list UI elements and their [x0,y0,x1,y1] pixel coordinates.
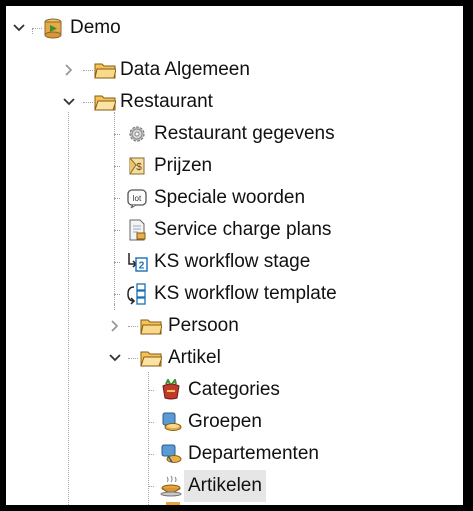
dish-icon [160,475,182,497]
price-tag-icon: $ [126,155,148,177]
tree-item-label: KS workflow template [154,283,337,304]
tree-item-label: Speciale woorden [154,187,306,208]
chevron-right-icon[interactable] [106,310,124,342]
tree-item-persoon[interactable]: Persoon [6,310,456,342]
tree-item-label: Service charge plans [154,219,332,240]
lot-icon: lot [126,187,148,209]
chevron-down-icon[interactable] [10,12,28,44]
tree-item-speciale-woorden[interactable]: lot Speciale woorden [6,182,456,214]
tree-item-label: Artikelen [184,470,266,502]
groups-icon [160,411,182,433]
folder-open-icon [140,347,162,369]
departments-icon [160,443,182,465]
folder-icon [94,59,116,81]
tree-item-restaurant[interactable]: Restaurant [6,86,456,118]
tree-item-groepen[interactable]: Groepen [6,406,456,438]
chevron-right-icon[interactable] [60,54,78,86]
svg-text:lot: lot [133,194,142,203]
folder-icon [140,315,162,337]
tree-item-label: Departementen [188,443,319,464]
tree-item-label: Artikel [168,347,221,368]
tree-item-label: Persoon [168,315,239,336]
tree-panel: Demo Data Algemeen Restaurant Restaurant… [6,6,463,505]
tree-item-demo[interactable]: Demo [6,12,456,44]
partial-icon [166,502,180,505]
tree-item-categories[interactable]: Categories [6,374,456,406]
tree-item-restaurant-gegevens[interactable]: Restaurant gegevens [6,118,456,150]
tree-item-label: KS workflow stage [154,251,311,272]
svg-text:2: 2 [139,261,145,272]
tree-item-label: Restaurant gegevens [154,123,335,144]
folder-open-icon [94,91,116,113]
document-icon [126,219,148,241]
categories-icon [160,379,182,401]
workflow-stage-icon: 2 [126,251,148,273]
tree-item-prijzen[interactable]: $ Prijzen [6,150,456,182]
tree-item-label: Prijzen [154,155,213,176]
tree-item-ks-workflow-stage[interactable]: 2 KS workflow stage [6,246,456,278]
tree-item-label: Groepen [188,411,262,432]
tree-item-label: Categories [188,379,280,400]
tree-item-label: Data Algemeen [120,59,250,80]
tree-item-artikel[interactable]: Artikel [6,342,456,374]
tree-item-service-charge-plans[interactable]: Service charge plans [6,214,456,246]
chevron-down-icon[interactable] [60,86,78,118]
tree-item-label: Restaurant [120,91,213,112]
tree-item-label: Demo [70,17,121,38]
tree-item-data-algemeen[interactable]: Data Algemeen [6,54,456,86]
chevron-down-icon[interactable] [106,342,124,374]
workflow-template-icon [126,283,148,305]
tree-item-artikelen[interactable]: Artikelen [6,470,456,502]
tree-item-departementen[interactable]: Departementen [6,438,456,470]
database-project-icon [42,17,64,39]
tree-item-ks-workflow-template[interactable]: KS workflow template [6,278,456,310]
svg-text:$: $ [136,162,142,173]
tree-item-partial [6,502,456,505]
gear-icon [126,123,148,145]
